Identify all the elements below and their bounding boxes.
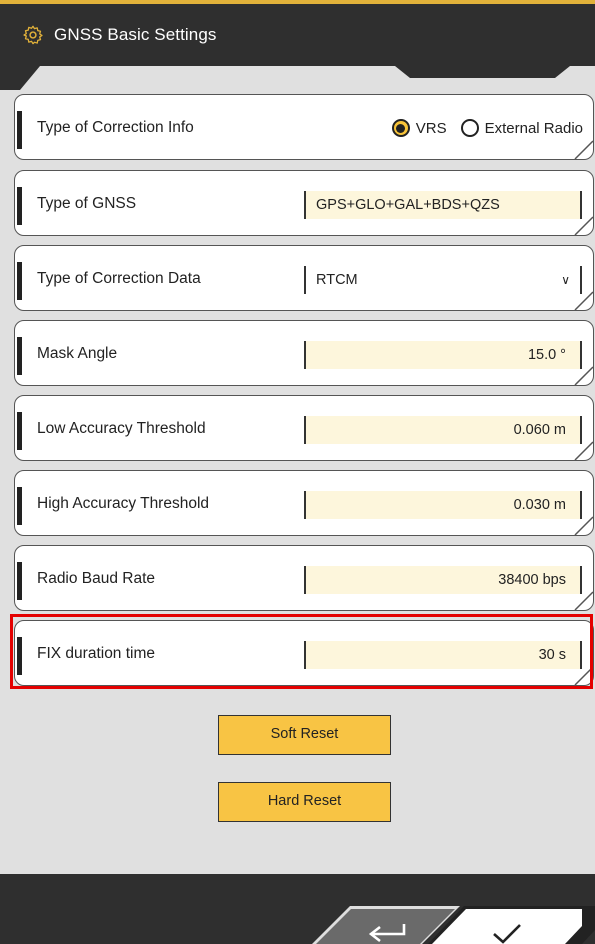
baud-rate-field[interactable]: 38400 bps xyxy=(304,566,582,594)
mask-angle-label: Mask Angle xyxy=(37,345,118,362)
correction-info-row: Type of Correction Info VRS External Rad… xyxy=(14,94,594,160)
soft-reset-button[interactable]: Soft Reset xyxy=(218,715,391,755)
corner-notch xyxy=(574,140,594,160)
selection-highlight xyxy=(10,614,593,689)
corner-notch xyxy=(574,516,594,536)
gnss-type-label: Type of GNSS xyxy=(37,195,137,212)
page-title: GNSS Basic Settings xyxy=(54,25,217,44)
gnss-type-row: Type of GNSS GPS+GLO+GAL+BDS+QZS xyxy=(14,170,594,236)
mask-angle-row: Mask Angle 15.0 ° xyxy=(14,320,594,386)
gear-icon xyxy=(23,25,43,45)
correction-data-value: RTCM xyxy=(316,272,358,288)
low-accuracy-label: Low Accuracy Threshold xyxy=(37,420,206,437)
corner-notch xyxy=(574,441,594,461)
radio-external-radio[interactable]: External Radio xyxy=(460,119,583,137)
row-marker xyxy=(17,337,22,375)
row-marker xyxy=(17,187,22,225)
low-accuracy-field[interactable]: 0.060 m xyxy=(304,416,582,444)
baud-rate-row: Radio Baud Rate 38400 bps xyxy=(14,545,594,611)
corner-notch xyxy=(574,291,594,311)
back-button[interactable] xyxy=(318,911,452,944)
radio-vrs[interactable]: VRS xyxy=(391,119,447,137)
radio-vrs-label: VRS xyxy=(415,119,447,137)
subheader-decoration xyxy=(0,66,595,90)
correction-data-select[interactable]: RTCM ∨ xyxy=(304,266,582,294)
row-marker xyxy=(17,262,22,300)
corner-notch xyxy=(574,591,594,611)
low-accuracy-row: Low Accuracy Threshold 0.060 m xyxy=(14,395,594,461)
correction-data-row: Type of Correction Data RTCM ∨ xyxy=(14,245,594,311)
row-marker xyxy=(17,562,22,600)
radio-unselected-icon xyxy=(460,119,479,137)
corner-notch xyxy=(574,366,594,386)
mask-angle-field[interactable]: 15.0 ° xyxy=(304,341,582,369)
high-accuracy-label: High Accuracy Threshold xyxy=(37,495,210,512)
row-marker xyxy=(17,487,22,525)
baud-rate-label: Radio Baud Rate xyxy=(37,570,156,587)
radio-selected-icon xyxy=(391,119,410,137)
row-marker xyxy=(17,412,22,450)
correction-info-radio-group: VRS External Radio xyxy=(391,95,583,161)
correction-info-label: Type of Correction Info xyxy=(37,119,194,136)
hard-reset-button[interactable]: Hard Reset xyxy=(218,782,391,822)
footer-bar xyxy=(0,874,595,944)
radio-external-radio-label: External Radio xyxy=(484,119,583,137)
chevron-down-icon: ∨ xyxy=(561,273,570,287)
high-accuracy-row: High Accuracy Threshold 0.030 m xyxy=(14,470,594,536)
footer-buttons xyxy=(312,906,595,944)
gnss-type-field[interactable]: GPS+GLO+GAL+BDS+QZS xyxy=(304,191,582,219)
correction-data-label: Type of Correction Data xyxy=(37,270,201,287)
high-accuracy-field[interactable]: 0.030 m xyxy=(304,491,582,519)
corner-notch xyxy=(574,216,594,236)
settings-panel: Type of Correction Info VRS External Rad… xyxy=(0,90,595,874)
title-bar: GNSS Basic Settings xyxy=(0,4,595,66)
row-marker xyxy=(17,111,22,149)
